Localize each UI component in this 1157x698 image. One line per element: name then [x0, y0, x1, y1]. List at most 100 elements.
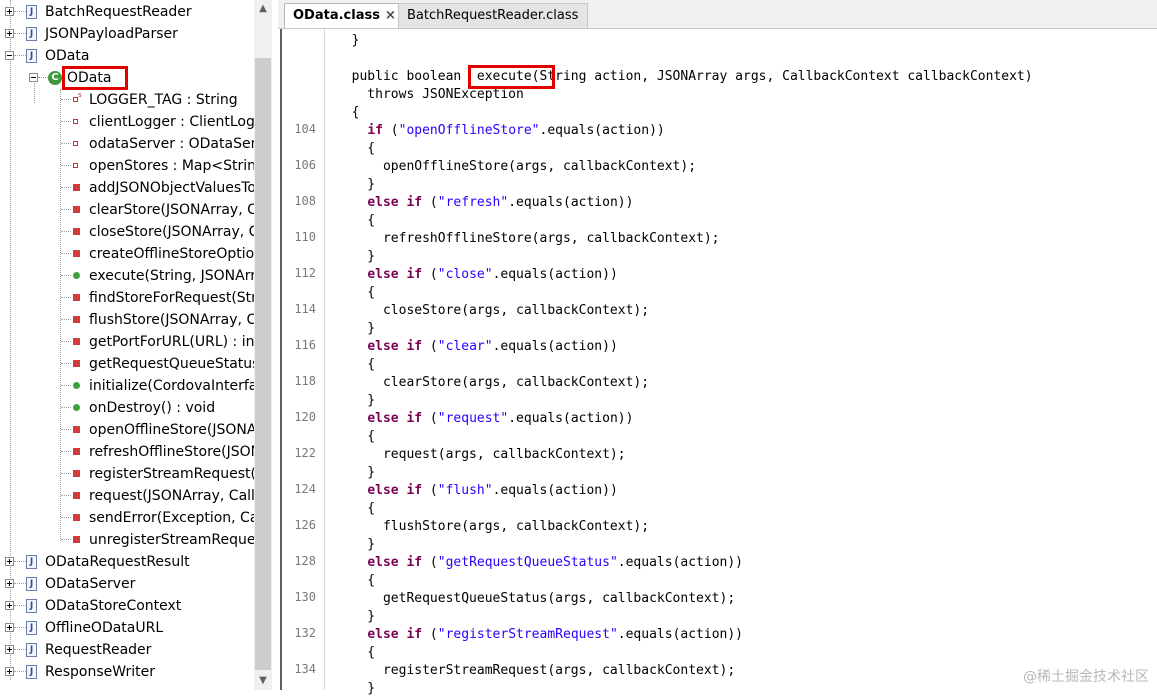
tree-scrollbar[interactable]: ▲ ▼: [254, 0, 272, 690]
tree-item[interactable]: clearStore(JSONArray, Ca: [0, 199, 254, 221]
tree-item[interactable]: findStoreForRequest(Stri: [0, 287, 254, 309]
java-file-icon: J: [26, 49, 37, 63]
tree-item[interactable]: unregisterStreamRequest: [0, 529, 254, 551]
tree-item[interactable]: openStores : Map<String: [0, 155, 254, 177]
watermark: @稀土掘金技术社区: [1023, 669, 1149, 685]
tab-odata-class[interactable]: OData.class ×: [284, 3, 400, 28]
code-line: clearStore(args, callbackContext);: [336, 374, 649, 392]
code-text: (: [422, 627, 438, 642]
tree-item[interactable]: execute(String, JSONArra: [0, 265, 254, 287]
expand-toggle-icon[interactable]: [5, 645, 14, 654]
tree-item[interactable]: J ODataStoreContext: [0, 595, 254, 617]
tree-item-label: openStores : Map<String: [89, 158, 254, 174]
tree-guide-line: [14, 627, 26, 629]
tree-item-label: unregisterStreamRequest: [89, 532, 254, 548]
tree-item[interactable]: addJSONObjectValuesTo: [0, 177, 254, 199]
code-text: flushStore(args, callbackContext);: [336, 519, 650, 534]
tree-item-label: findStoreForRequest(Stri: [89, 290, 254, 306]
tree-guide-line: [61, 319, 71, 321]
tree-item[interactable]: J BatchRequestReader: [0, 1, 254, 23]
tree-item[interactable]: odataServer : ODataServ: [0, 133, 254, 155]
field-icon: [73, 119, 78, 124]
code-line: {: [336, 356, 375, 374]
tree-item[interactable]: J ODataRequestResult: [0, 551, 254, 573]
tree-item[interactable]: request(JSONArray, Callb: [0, 485, 254, 507]
code-keyword: else if: [367, 627, 423, 642]
tab-label: OData.class: [293, 8, 380, 23]
tree-item[interactable]: J RequestReader: [0, 639, 254, 661]
code-editor: OData.class × BatchRequestReader.class 1…: [278, 0, 1157, 696]
code-line: {: [336, 140, 375, 158]
collapse-toggle-icon[interactable]: [29, 73, 38, 82]
collapse-toggle-icon[interactable]: [5, 51, 14, 60]
scroll-down-arrow-icon[interactable]: ▼: [254, 672, 272, 690]
tab-batchrequestreader-class[interactable]: BatchRequestReader.class: [398, 3, 588, 28]
tree-item-label: OData: [45, 48, 90, 64]
code-line: {: [336, 500, 375, 518]
tree-item[interactable]: getPortForURL(URL) : int: [0, 331, 254, 353]
code-line: {: [336, 212, 375, 230]
tree-item[interactable]: clientLogger : ClientLogg: [0, 111, 254, 133]
expand-toggle-icon[interactable]: [5, 667, 14, 676]
private-method-icon: [73, 206, 80, 213]
expand-toggle-icon[interactable]: [5, 557, 14, 566]
tree-item[interactable]: sendError(Exception, Call: [0, 507, 254, 529]
tree-item[interactable]: initialize(CordovaInterfac: [0, 375, 254, 397]
public-method-icon: [73, 404, 80, 411]
tree-item[interactable]: J OfflineODataURL: [0, 617, 254, 639]
tree-item[interactable]: getRequestQueueStatus(: [0, 353, 254, 375]
line-number: 104: [294, 122, 316, 136]
code-keyword: else if: [367, 267, 423, 282]
code-text: registerStreamRequest(args, callbackCont…: [336, 663, 736, 678]
code-text: {: [336, 357, 376, 372]
tree-guide-line: [61, 209, 71, 211]
tree-guide-line: [61, 363, 71, 365]
tree-item[interactable]: createOfflineStoreOption: [0, 243, 254, 265]
tree-item[interactable]: flushStore(JSONArray, Ca: [0, 309, 254, 331]
tree-item[interactable]: refreshOfflineStore(JSON: [0, 441, 254, 463]
code-text: openOfflineStore(args, callbackContext);: [336, 159, 697, 174]
code-text: .equals(action)): [508, 195, 634, 210]
tree-item[interactable]: LOGGER_TAG : String: [0, 89, 254, 111]
code-line: refreshOfflineStore(args, callbackContex…: [336, 230, 720, 248]
close-icon[interactable]: ×: [385, 4, 396, 28]
tree-item[interactable]: registerStreamRequest(JS: [0, 463, 254, 485]
expand-toggle-icon[interactable]: [5, 601, 14, 610]
tree-item[interactable]: closeStore(JSONArray, Ca: [0, 221, 254, 243]
class-icon: C: [48, 71, 62, 85]
tree-item[interactable]: J ODataServer: [0, 573, 254, 595]
expand-toggle-icon[interactable]: [5, 623, 14, 632]
expand-toggle-icon[interactable]: [5, 29, 14, 38]
tree-item[interactable]: J ResponseWriter: [0, 661, 254, 683]
code-keyword: else if: [367, 411, 423, 426]
expand-toggle-icon[interactable]: [5, 7, 14, 16]
tree-item[interactable]: onDestroy() : void: [0, 397, 254, 419]
tree-item-label: ODataRequestResult: [45, 554, 190, 570]
tree-item[interactable]: J JSONPayloadParser: [0, 23, 254, 45]
scroll-up-arrow-icon[interactable]: ▲: [254, 0, 272, 18]
code-line: closeStore(args, callbackContext);: [336, 302, 649, 320]
code-line: flushStore(args, callbackContext);: [336, 518, 649, 536]
code-string: "clear": [437, 339, 493, 354]
expand-toggle-icon[interactable]: [5, 579, 14, 588]
line-number: 118: [294, 374, 316, 388]
code-keyword: if: [367, 123, 383, 138]
scrollbar-thumb[interactable]: [255, 58, 271, 670]
private-method-icon: [73, 426, 80, 433]
line-number: 132: [294, 626, 316, 640]
tree-guide-line: [61, 297, 71, 299]
line-number: 130: [294, 590, 316, 604]
tree-guide-line: [61, 165, 71, 167]
tree-item[interactable]: J OData: [0, 45, 254, 67]
code-line: registerStreamRequest(args, callbackCont…: [336, 662, 735, 680]
tree-item[interactable]: openOfflineStore(JSONA: [0, 419, 254, 441]
code-line: else if ("refresh".equals(action)): [336, 194, 633, 212]
tree-guide-line: [61, 99, 71, 101]
tree-guide-line: [61, 539, 71, 541]
tree-item-label: RequestReader: [45, 642, 152, 658]
tree-guide-line: [14, 649, 26, 651]
execute-highlight-box: [468, 65, 555, 89]
